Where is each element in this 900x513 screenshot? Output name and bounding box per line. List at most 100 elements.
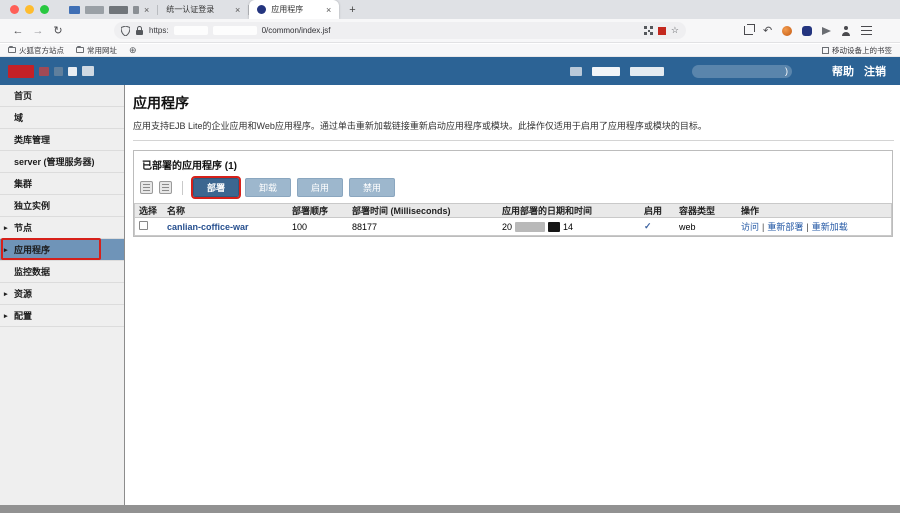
blue-extension-icon[interactable] bbox=[802, 25, 813, 36]
screenshot-icon[interactable] bbox=[744, 24, 755, 35]
row-select-cell bbox=[135, 221, 163, 232]
deploy-button[interactable]: 部署 bbox=[191, 176, 241, 199]
close-tab-icon[interactable]: × bbox=[235, 5, 240, 15]
logout-link[interactable]: 注销 bbox=[864, 63, 886, 79]
qr-extension-icon[interactable] bbox=[643, 26, 653, 35]
enable-button[interactable]: 启用 bbox=[297, 178, 343, 197]
globe-icon[interactable]: ⊕ bbox=[129, 45, 137, 56]
action-separator: | bbox=[806, 222, 809, 232]
disable-button[interactable]: 禁用 bbox=[349, 178, 395, 197]
folder-icon bbox=[8, 46, 16, 53]
date-prefix: 20 bbox=[502, 221, 513, 232]
forward-button[interactable]: → bbox=[28, 25, 48, 37]
tracking-shield-icon[interactable] bbox=[121, 25, 130, 36]
bookmark-folder-common[interactable]: 常用网址 bbox=[76, 45, 117, 56]
bookmarks-bar: 火狐官方站点 常用网址 ⊕ 移动设备上的书签 bbox=[0, 44, 900, 57]
tab-title: 应用程序 bbox=[271, 5, 304, 14]
redacted-block bbox=[133, 5, 139, 14]
sidebar-item-resources[interactable]: ▸ 资源 bbox=[0, 283, 124, 305]
sidebar-item-configuration[interactable]: ▸ 配置 bbox=[0, 305, 124, 327]
undo-icon[interactable]: ↶ bbox=[763, 24, 772, 37]
expand-arrow-icon: ▸ bbox=[4, 246, 8, 254]
row-checkbox[interactable] bbox=[139, 221, 148, 230]
redacted-logo-block bbox=[8, 64, 34, 78]
orange-extension-icon[interactable] bbox=[782, 25, 793, 36]
redacted-block bbox=[548, 221, 561, 232]
menu-hamburger-icon[interactable] bbox=[861, 26, 873, 35]
account-icon[interactable] bbox=[841, 25, 851, 36]
expand-arrow-icon: ▸ bbox=[4, 312, 8, 320]
mobile-bookmarks-folder[interactable]: 移动设备上的书签 bbox=[822, 45, 892, 56]
tab-applications-active[interactable]: 应用程序 × bbox=[249, 0, 340, 19]
date-suffix: 14 bbox=[563, 221, 574, 232]
red-extension-icon[interactable] bbox=[657, 26, 666, 35]
reload-link[interactable]: 重新加载 bbox=[812, 222, 848, 232]
application-name-link[interactable]: canlian-coffice-war bbox=[167, 222, 249, 232]
actions-toolbar: 部署 卸载 启用 禁用 bbox=[134, 176, 892, 203]
url-scheme: https: bbox=[149, 26, 169, 35]
bookmark-star-icon[interactable]: ☆ bbox=[671, 25, 679, 36]
launch-link[interactable]: 访问 bbox=[741, 222, 759, 232]
page-title: 应用程序 bbox=[133, 95, 189, 111]
maximize-window-button[interactable] bbox=[40, 5, 49, 14]
lock-icon[interactable] bbox=[135, 25, 144, 36]
table-header-row: 选择 名称 部署顺序 部署时间 (Milliseconds) 应用部署的日期和时… bbox=[135, 204, 891, 218]
sidebar-item-library-management[interactable]: 类库管理 bbox=[0, 129, 124, 151]
navigation-sidebar: 首页 域 类库管理 server (管理服务器) 集群 独立实例 ▸ 节点 ▸ … bbox=[0, 85, 125, 505]
row-deploy-time-cell: 88177 bbox=[352, 221, 378, 232]
macos-window-controls bbox=[0, 5, 61, 14]
sidebar-item-label: 首页 bbox=[14, 91, 33, 101]
tab-redacted[interactable]: × bbox=[61, 0, 157, 19]
minimize-window-button[interactable] bbox=[25, 5, 34, 14]
help-link[interactable]: 帮助 bbox=[832, 63, 854, 79]
bookmark-folder-firefox[interactable]: 火狐官方站点 bbox=[8, 45, 64, 56]
expand-arrow-icon: ▸ bbox=[4, 224, 8, 232]
sidebar-item-clusters[interactable]: 集群 bbox=[0, 173, 124, 195]
sidebar-item-server[interactable]: server (管理服务器) bbox=[0, 151, 124, 173]
redacted-block bbox=[109, 5, 128, 14]
browser-window: × 统一认证登录 × 应用程序 × + ← → ↻ https: 0/commo… bbox=[0, 0, 900, 513]
sidebar-send-icon[interactable] bbox=[822, 26, 832, 35]
close-tab-icon[interactable]: × bbox=[326, 5, 331, 15]
folder-icon bbox=[822, 46, 829, 54]
url-path: 0/common/index.jsf bbox=[261, 26, 331, 35]
sidebar-item-label: 独立实例 bbox=[14, 201, 51, 211]
sidebar-item-home[interactable]: 首页 bbox=[0, 85, 124, 107]
tab-sso-login[interactable]: 统一认证登录 × bbox=[158, 0, 248, 19]
sidebar-item-monitoring-data[interactable]: 监控数据 bbox=[0, 261, 124, 283]
deploy-button-label: 部署 bbox=[206, 183, 225, 193]
redacted-block bbox=[173, 26, 208, 35]
redacted-block bbox=[212, 26, 257, 35]
sidebar-item-label: 资源 bbox=[14, 289, 33, 299]
sidebar-item-label: 类库管理 bbox=[14, 135, 51, 145]
enabled-check-icon: ✓ bbox=[644, 221, 652, 231]
sidebar-item-standalone-instances[interactable]: 独立实例 bbox=[0, 195, 124, 217]
redacted-block bbox=[570, 66, 582, 76]
sidebar-item-domain[interactable]: 域 bbox=[0, 107, 124, 129]
select-all-icon[interactable] bbox=[140, 181, 153, 194]
tab-bar: × 统一认证登录 × 应用程序 × + bbox=[0, 0, 900, 19]
redeploy-link[interactable]: 重新部署 bbox=[767, 222, 803, 232]
sidebar-item-label: server (管理服务器) bbox=[14, 157, 95, 167]
deployed-applications-panel: 已部署的应用程序 (1) 部署 卸载 启用 禁用 选择 名称 部署顺序 部署时间… bbox=[133, 150, 893, 237]
sidebar-item-label: 节点 bbox=[14, 223, 33, 233]
sidebar-item-applications[interactable]: ▸ 应用程序 bbox=[0, 238, 124, 261]
row-actions-cell: 访问 | 重新部署 | 重新加载 bbox=[737, 220, 891, 233]
redacted-block bbox=[515, 221, 546, 232]
column-header-deploy-date: 应用部署的日期和时间 bbox=[502, 206, 593, 216]
redacted-logo-block bbox=[68, 66, 77, 76]
expand-arrow-icon: ▸ bbox=[4, 290, 8, 298]
back-button[interactable]: ← bbox=[8, 25, 28, 37]
close-window-button[interactable] bbox=[10, 5, 19, 14]
address-bar[interactable]: https: 0/common/index.jsf ☆ bbox=[114, 22, 686, 39]
content-divider bbox=[133, 140, 894, 141]
sidebar-item-label: 域 bbox=[14, 113, 24, 123]
close-tab-icon[interactable]: × bbox=[144, 5, 149, 15]
undeploy-button[interactable]: 卸载 bbox=[245, 178, 291, 197]
new-tab-button[interactable]: + bbox=[339, 4, 365, 16]
deselect-all-icon[interactable] bbox=[159, 181, 172, 194]
reload-button[interactable]: ↻ bbox=[48, 24, 68, 37]
sidebar-item-nodes[interactable]: ▸ 节点 bbox=[0, 217, 124, 239]
redacted-block bbox=[630, 66, 664, 76]
sidebar-item-label: 监控数据 bbox=[14, 267, 51, 277]
